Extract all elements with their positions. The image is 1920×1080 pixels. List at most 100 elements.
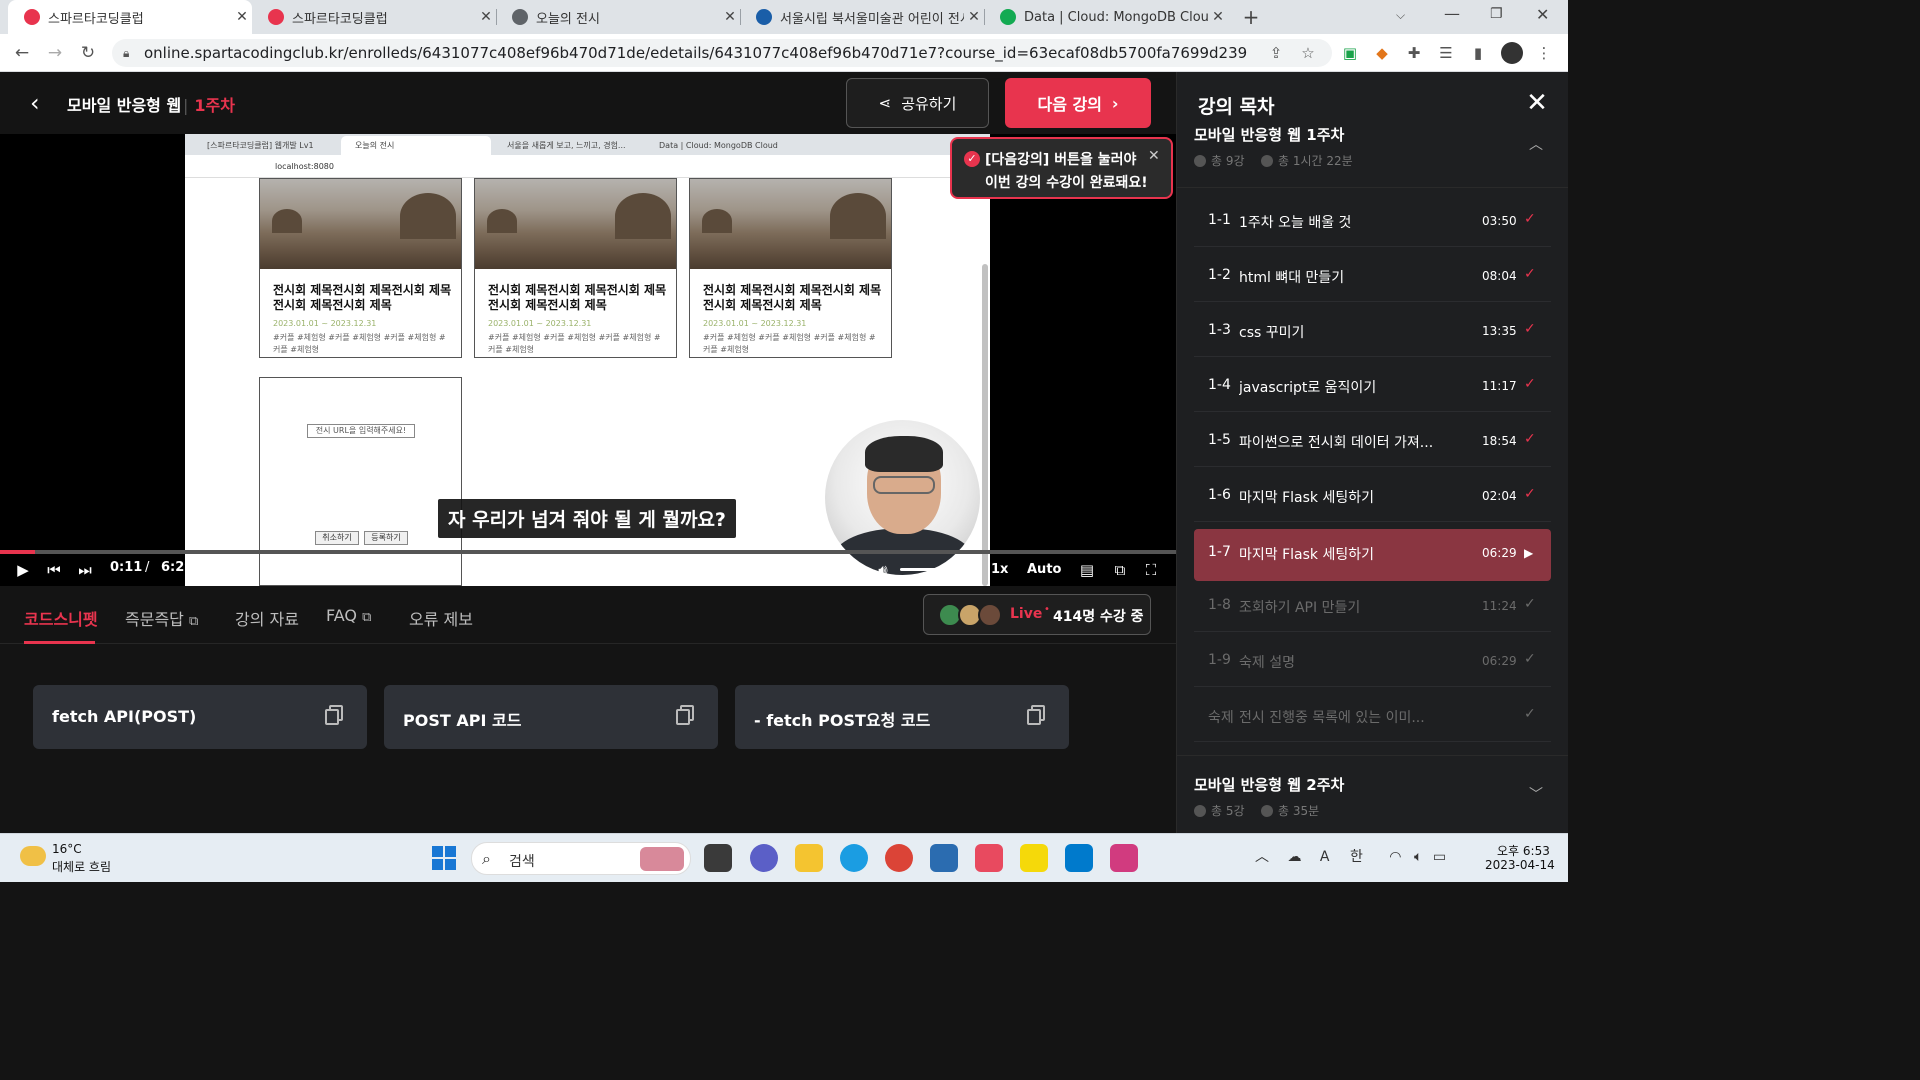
chrome-icon[interactable] — [885, 844, 913, 872]
extensions-puzzle-icon[interactable]: ✚ — [1404, 44, 1424, 62]
windows-start-icon[interactable] — [432, 846, 456, 870]
tab-qna[interactable]: 즉문즉답 ⧉ — [125, 606, 198, 630]
edge-icon[interactable] — [840, 844, 868, 872]
exhibition-image — [690, 179, 891, 269]
copy-icon[interactable] — [1027, 705, 1047, 727]
extension-icon[interactable]: ▣ — [1340, 44, 1360, 62]
week-section[interactable]: 모바일 반응형 웹 2주차 총 5강 총 35분 ﹀ — [1177, 755, 1568, 833]
copy-icon[interactable] — [325, 705, 345, 727]
lesson-item[interactable]: 1-9 숙제 설명 06:29 ✓ — [1194, 637, 1551, 687]
tooltip-close-icon[interactable]: ✕ — [1148, 148, 1160, 164]
lesson-item[interactable]: 1-7 마지막 Flask 세팅하기 06:29 ▶ — [1194, 529, 1551, 581]
snipping-tool-icon[interactable] — [1110, 844, 1138, 872]
captions-icon[interactable]: ▤ — [1075, 558, 1099, 582]
file-explorer-icon[interactable] — [795, 844, 823, 872]
restore-icon[interactable]: ❐ — [1490, 6, 1503, 22]
browser-tab[interactable]: 오늘의 전시 ✕ — [496, 0, 740, 34]
next-track-icon[interactable]: ⏭ — [73, 558, 97, 582]
picture-in-picture-icon[interactable]: ⧉ — [1108, 558, 1132, 582]
lesson-item[interactable]: 1-8 조회하기 API 만들기 11:24 ✓ — [1194, 582, 1551, 632]
previous-track-icon[interactable]: ⏮ — [42, 558, 66, 582]
side-panel-icon[interactable]: ▮ — [1468, 44, 1488, 62]
snippet-card[interactable]: fetch API(POST) — [33, 685, 367, 749]
metamask-icon[interactable]: ◆ — [1372, 44, 1392, 62]
forward-arrow-icon[interactable]: → — [44, 42, 66, 64]
lesson-item[interactable]: 1-4 javascript로 움직이기 11:17 ✓ — [1194, 362, 1551, 412]
volume-icon[interactable]: 🔊︎ — [871, 558, 895, 582]
taskbar-search-box[interactable]: ⌕ 검색 — [471, 842, 691, 875]
video-quality[interactable]: Auto — [1027, 562, 1061, 577]
video-player[interactable]: [스파르타코딩클럽] 웹개발 Lv1 오늘의 전시 서울을 새롭게 보고, 느끼… — [0, 134, 1176, 586]
chevron-down-icon[interactable]: ﹀ — [1529, 784, 1543, 804]
tab-faq[interactable]: FAQ ⧉ — [326, 606, 371, 625]
close-sidebar-icon[interactable]: ✕ — [1524, 90, 1550, 116]
playback-speed[interactable]: 1x — [991, 562, 1008, 577]
browser-tab[interactable]: Data | Cloud: MongoDB Cloud ✕ — [984, 0, 1228, 34]
tab-search-icon[interactable]: ⌵ — [1396, 8, 1405, 23]
tab-materials[interactable]: 강의 자료 — [235, 606, 299, 630]
sticky-notes-icon[interactable] — [1020, 844, 1048, 872]
tab-code-snippet[interactable]: 코드스니펫 — [24, 606, 98, 630]
lesson-duration: 08:04 — [1482, 269, 1517, 283]
lesson-item[interactable]: 1-1 1주차 오늘 배울 것 03:50 ✓ — [1194, 197, 1551, 247]
share-page-icon[interactable]: ⇪ — [1266, 44, 1286, 62]
close-tab-icon[interactable]: ✕ — [720, 9, 740, 25]
lesson-number: 1-5 — [1208, 432, 1231, 448]
vscode-icon[interactable] — [1065, 844, 1093, 872]
wifi-icon[interactable]: ◠ — [1389, 849, 1401, 865]
weather-cloud-icon[interactable] — [20, 846, 46, 866]
clock-date[interactable]: 2023-04-14 — [1485, 858, 1555, 872]
microsoft-store-icon[interactable] — [930, 844, 958, 872]
tooltip-line: 이번 강의 수강이 완료돼요! — [985, 175, 1148, 191]
ime-indicator[interactable]: 한 — [1350, 849, 1363, 865]
teams-chat-icon[interactable] — [750, 844, 778, 872]
volume-slider[interactable] — [900, 568, 972, 571]
check-icon: ✓ — [1524, 266, 1536, 282]
task-view-icon[interactable] — [704, 844, 732, 872]
next-lecture-button[interactable]: 다음 강의 › — [1005, 78, 1151, 128]
url-field[interactable]: 🔒︎ online.spartacodingclub.kr/enrolleds/… — [112, 39, 1332, 67]
tab-error-report[interactable]: 오류 제보 — [409, 606, 473, 630]
share-button[interactable]: ⋖ 공유하기 — [846, 78, 989, 128]
week-section[interactable]: 모바일 반응형 웹 1주차 총 9강 총 1시간 22분 ︿ — [1177, 126, 1568, 188]
close-tab-icon[interactable]: ✕ — [964, 9, 984, 25]
lesson-item[interactable]: 1-6 마지막 Flask 세팅하기 02:04 ✓ — [1194, 472, 1551, 522]
copy-shape — [1027, 709, 1041, 725]
copy-icon[interactable] — [676, 705, 696, 727]
window-close-icon[interactable]: ✕ — [1536, 5, 1549, 24]
onedrive-cloud-icon[interactable]: ☁ — [1287, 849, 1301, 865]
lesson-item[interactable]: 1-5 파이썬으로 전시회 데이터 가져... 18:54 ✓ — [1194, 417, 1551, 467]
lesson-item[interactable]: 1-3 css 꾸미기 13:35 ✓ — [1194, 307, 1551, 357]
browser-tab[interactable]: 스파르타코딩클럽 ✕ — [8, 0, 252, 34]
back-chevron-icon[interactable]: ‹ — [30, 90, 50, 116]
lesson-item[interactable]: 숙제 전시 진행중 목록에 있는 이미... ✓ — [1194, 692, 1551, 742]
fullscreen-icon[interactable]: ⛶ — [1139, 558, 1163, 582]
font-icon[interactable]: A — [1320, 849, 1330, 865]
snippet-card[interactable]: - fetch POST요청 코드 — [735, 685, 1069, 749]
exhibition-title: 전시회 제목전시회 제목전시회 제목전시회 제목전시회 제목 — [488, 283, 667, 312]
battery-icon[interactable]: ▭ — [1433, 849, 1446, 865]
snippet-card[interactable]: POST API 코드 — [384, 685, 718, 749]
back-arrow-icon[interactable]: ← — [11, 42, 33, 64]
play-icon[interactable]: ▶ — [11, 558, 35, 582]
close-tab-icon[interactable]: ✕ — [476, 9, 496, 25]
chevron-up-icon[interactable]: ︿ — [1529, 134, 1543, 154]
clock-time[interactable]: 오후 6:53 — [1497, 842, 1550, 859]
speaker-icon[interactable]: 🔈︎ — [1414, 849, 1422, 865]
close-tab-icon[interactable]: ✕ — [1208, 9, 1228, 25]
browser-tab[interactable]: 서울시립 북서울미술관 어린이 전시... ✕ — [740, 0, 984, 34]
lesson-count: 총 9강 — [1194, 152, 1245, 169]
profile-avatar[interactable] — [1501, 42, 1523, 64]
browser-menu-icon[interactable]: ⋮ — [1534, 44, 1554, 62]
browser-tab[interactable]: 스파르타코딩클럽 ✕ — [252, 0, 496, 34]
lesson-item[interactable]: 1-2 html 뼈대 만들기 08:04 ✓ — [1194, 252, 1551, 302]
new-tab-icon[interactable]: + — [1240, 6, 1262, 28]
chevron-up-icon[interactable]: ︿ — [1255, 849, 1269, 865]
lesson-title: 마지막 Flask 세팅하기 — [1239, 490, 1374, 506]
reading-list-icon[interactable]: ☰ — [1436, 44, 1456, 62]
bookmark-star-icon[interactable]: ☆ — [1298, 44, 1318, 62]
close-tab-icon[interactable]: ✕ — [232, 9, 252, 25]
sync-app-icon[interactable] — [975, 844, 1003, 872]
reload-icon[interactable]: ↻ — [77, 42, 99, 64]
minimize-icon[interactable]: — — [1444, 4, 1460, 23]
